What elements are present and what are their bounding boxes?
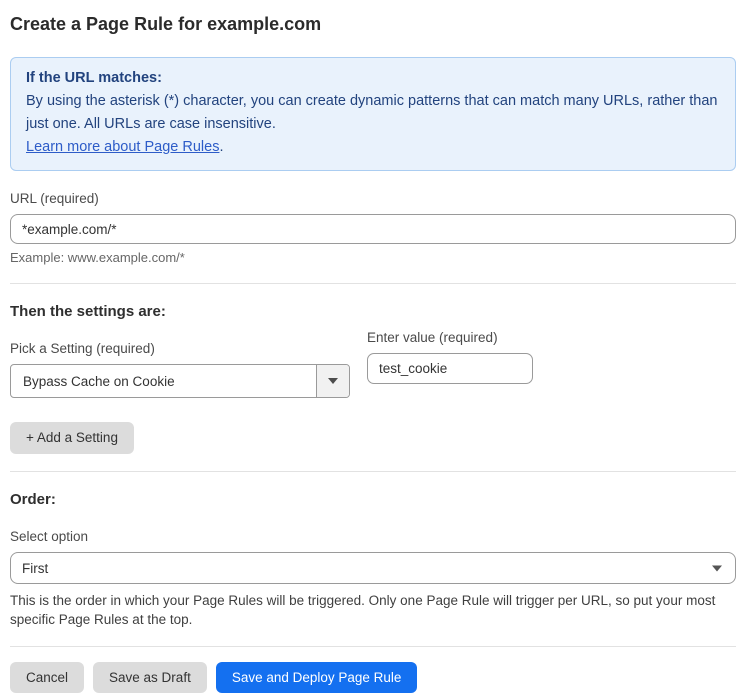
url-field-label: URL (required) [10, 191, 736, 207]
order-select-label: Select option [10, 529, 736, 545]
divider [10, 283, 736, 284]
create-page-rule-form: Create a Page Rule for example.com If th… [0, 0, 750, 693]
info-box-link-line: Learn more about Page Rules. [26, 136, 720, 159]
learn-more-link[interactable]: Learn more about Page Rules [26, 139, 219, 155]
page-title: Create a Page Rule for example.com [10, 12, 736, 36]
settings-row: Pick a Setting (required) Bypass Cache o… [10, 321, 736, 398]
link-suffix: . [219, 139, 223, 155]
add-setting-button[interactable]: + Add a Setting [10, 422, 134, 454]
settings-section-heading: Then the settings are: [10, 303, 736, 321]
order-help-text: This is the order in which your Page Rul… [10, 591, 736, 629]
info-box-heading: If the URL matches: [26, 67, 720, 90]
order-selected-option: First [22, 561, 48, 576]
info-box-body: By using the asterisk (*) character, you… [26, 90, 720, 136]
order-select[interactable]: First [10, 552, 736, 584]
url-example-helper: Example: www.example.com/* [10, 250, 736, 266]
setting-picker-selected-value: Bypass Cache on Cookie [11, 365, 316, 397]
footer-actions: Cancel Save as Draft Save and Deploy Pag… [10, 662, 736, 693]
setting-picker-label: Pick a Setting (required) [10, 341, 350, 357]
save-as-draft-button[interactable]: Save as Draft [93, 662, 207, 693]
chevron-down-icon [712, 565, 722, 571]
save-and-deploy-button[interactable]: Save and Deploy Page Rule [216, 662, 418, 693]
divider [10, 646, 736, 647]
url-input[interactable] [10, 214, 736, 244]
chevron-down-icon [328, 378, 338, 384]
order-section-heading: Order: [10, 491, 736, 509]
url-matches-info-box: If the URL matches: By using the asteris… [10, 57, 736, 171]
setting-value-label: Enter value (required) [367, 330, 533, 346]
setting-value-input[interactable] [367, 353, 533, 384]
setting-picker-column: Pick a Setting (required) Bypass Cache o… [10, 321, 350, 398]
divider [10, 471, 736, 472]
setting-value-column: Enter value (required) [367, 330, 533, 398]
setting-picker-arrow-button[interactable] [316, 365, 349, 397]
setting-picker-dropdown[interactable]: Bypass Cache on Cookie [10, 364, 350, 398]
cancel-button[interactable]: Cancel [10, 662, 84, 693]
